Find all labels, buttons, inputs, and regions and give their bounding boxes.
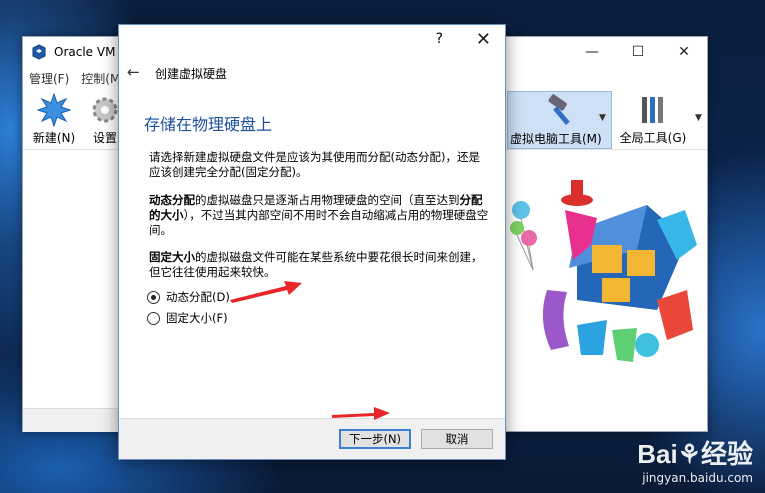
fixed-term: 固定大小 bbox=[149, 250, 195, 264]
back-arrow-icon[interactable]: ← bbox=[127, 63, 140, 81]
global-tools-dropdown-icon[interactable]: ▼ bbox=[695, 113, 702, 123]
vbox-window-controls: — ☐ ✕ bbox=[569, 37, 707, 67]
new-label: 新建(N) bbox=[32, 131, 76, 145]
radio-fixed[interactable]: 固定大小(F) bbox=[147, 310, 228, 326]
radio-dynamic[interactable]: 动态分配(D) bbox=[147, 289, 230, 305]
virtualbox-mascot-illustration bbox=[510, 180, 697, 362]
vbox-window-title: Oracle VM bbox=[54, 45, 116, 59]
radio-dynamic-label[interactable]: 动态分配(D) bbox=[166, 289, 230, 305]
fixed-text: 的虚拟磁盘文件可能在某些系统中要花很长时间来创建，但它往往使用起来较快。 bbox=[149, 250, 483, 279]
new-starburst-icon bbox=[36, 92, 72, 128]
watermark-brand: Bai⚘经验 bbox=[637, 439, 753, 469]
create-virtual-disk-dialog: ? ✕ ← 创建虚拟硬盘 存储在物理硬盘上 请选择新建虚拟硬盘文件是应该为其使用… bbox=[118, 24, 506, 460]
annotation-arrow-icon bbox=[332, 407, 390, 420]
radio-dynamic-indicator[interactable] bbox=[147, 290, 160, 304]
virtualbox-logo-icon bbox=[31, 44, 47, 60]
global-tools-button[interactable]: 全局工具(G) bbox=[615, 89, 691, 149]
help-button[interactable]: ? bbox=[436, 31, 443, 47]
cancel-button[interactable]: 取消 bbox=[421, 429, 493, 449]
maximize-button[interactable]: ☐ bbox=[615, 37, 661, 67]
intro-paragraph: 请选择新建虚拟硬盘文件是应该为其使用而分配(动态分配)，还是应该创建完全分配(固… bbox=[149, 150, 480, 179]
next-button[interactable]: 下一步(N) bbox=[339, 429, 411, 449]
dynamic-description: 动态分配的虚拟磁盘只是逐渐占用物理硬盘的空间（直至达到分配的大小），不过当其内部… bbox=[149, 193, 489, 238]
dynamic-text-2: ），不过当其内部空间不用时不会自动缩减占用的物理硬盘空间。 bbox=[149, 208, 489, 237]
dialog-close-button[interactable]: ✕ bbox=[476, 29, 491, 50]
vm-list-panel[interactable] bbox=[23, 150, 119, 408]
new-vm-button[interactable]: 新建(N) bbox=[31, 89, 77, 149]
global-tools-label: 全局工具(G) bbox=[619, 131, 687, 145]
wizard-header: ← 创建虚拟硬盘 bbox=[119, 55, 505, 89]
dynamic-term: 动态分配 bbox=[149, 193, 195, 207]
annotation-arrow-icon bbox=[230, 281, 302, 303]
close-button[interactable]: ✕ bbox=[661, 37, 707, 67]
welcome-panel bbox=[507, 150, 707, 431]
page-heading: 存储在物理硬盘上 bbox=[144, 115, 273, 134]
radio-fixed-indicator[interactable] bbox=[147, 311, 160, 325]
dialog-footer: 下一步(N) 取消 bbox=[119, 418, 505, 459]
wizard-title: 创建虚拟硬盘 bbox=[155, 67, 228, 81]
dialog-titlebar: ? ✕ bbox=[119, 25, 505, 55]
baidu-jingyan-watermark: Bai⚘经验 jingyan.baidu.com bbox=[637, 434, 753, 485]
watermark-url: jingyan.baidu.com bbox=[642, 471, 753, 485]
tools-icon bbox=[636, 93, 670, 127]
machine-tools-dropdown-icon[interactable]: ▼ bbox=[599, 113, 606, 123]
dynamic-text-1: 的虚拟磁盘只是逐渐占用物理硬盘的空间（直至达到 bbox=[195, 193, 460, 207]
minimize-button[interactable]: — bbox=[569, 37, 615, 67]
fixed-description: 固定大小的虚拟磁盘文件可能在某些系统中要花很长时间来创建，但它往往使用起来较快。 bbox=[149, 250, 489, 280]
machine-tools-button[interactable]: 虚拟电脑工具(M) bbox=[507, 91, 612, 149]
hammer-icon bbox=[543, 94, 577, 128]
vm-list-footer bbox=[23, 408, 119, 432]
menu-manage[interactable]: 管理(F) bbox=[29, 70, 69, 87]
radio-fixed-label[interactable]: 固定大小(F) bbox=[166, 310, 228, 326]
machine-tools-label: 虚拟电脑工具(M) bbox=[510, 132, 602, 146]
gear-icon bbox=[88, 93, 122, 127]
